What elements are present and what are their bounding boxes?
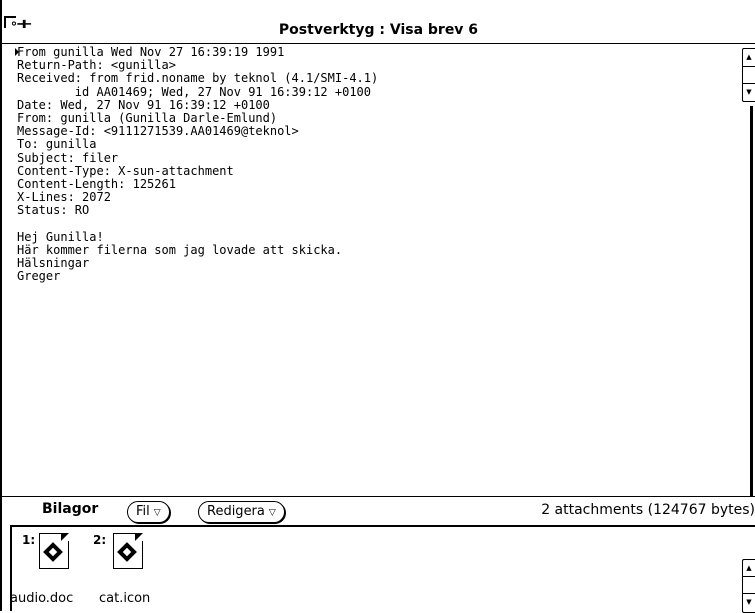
scroll-drag-area[interactable] — [743, 67, 755, 84]
attachment-item[interactable]: 1: audio.doc — [10, 531, 82, 611]
edit-menu-button[interactable]: Redigera ▽ — [198, 501, 285, 523]
attachments-summary: 2 attachments (124767 bytes) — [541, 502, 755, 518]
message-text-area[interactable]: From gunilla Wed Nov 27 16:39:19 1991 Re… — [17, 46, 737, 496]
scrollbar-elevator[interactable]: ▲ ▼ — [742, 48, 755, 102]
attachment-item[interactable]: 2: cat.icon — [93, 531, 153, 611]
attachments-pane[interactable]: 1: audio.doc 2: cat.icon ▲ ▼ — [0, 525, 755, 613]
scroll-up-arrow-icon[interactable]: ▲ — [743, 560, 755, 577]
scroll-up-arrow-icon[interactable]: ▲ — [743, 49, 755, 67]
scroll-down-arrow-icon[interactable]: ▼ — [743, 594, 755, 611]
attachments-scrollbar[interactable]: ▲ ▼ — [742, 559, 755, 613]
scrollbar-cable[interactable] — [750, 106, 753, 496]
scroll-drag-area[interactable] — [743, 577, 755, 594]
title-bar[interactable]: ∘⊣⊢ Postverktyg : Visa brev 6 — [2, 0, 755, 44]
attachments-heading: Bilagor — [42, 501, 99, 517]
menu-triangle-icon: ▽ — [153, 508, 161, 518]
menu-triangle-icon: ▽ — [268, 508, 276, 518]
attachments-control-bar: Bilagor Fil ▽ Redigera ▽ 2 attachments (12… — [2, 497, 755, 525]
audio-document-icon[interactable] — [39, 533, 69, 569]
message-scrollbar[interactable]: ▲ ▼ — [742, 48, 755, 496]
scroll-down-arrow-icon[interactable]: ▼ — [743, 84, 755, 101]
file-menu-label: Fil — [136, 504, 150, 519]
attachment-index: 2: — [93, 533, 107, 547]
edit-menu-label: Redigera — [207, 504, 265, 519]
mail-view-window: ∘⊣⊢ Postverktyg : Visa brev 6 From gunil… — [0, 0, 755, 613]
attachment-name: audio.doc — [10, 591, 74, 606]
file-menu-button[interactable]: Fil ▽ — [127, 501, 170, 523]
attachment-name: cat.icon — [99, 591, 151, 606]
window-title: Postverktyg : Visa brev 6 — [278, 22, 479, 38]
pane-border-top — [10, 525, 755, 527]
attachment-index: 1: — [22, 533, 36, 547]
icon-document-icon[interactable] — [113, 533, 143, 569]
